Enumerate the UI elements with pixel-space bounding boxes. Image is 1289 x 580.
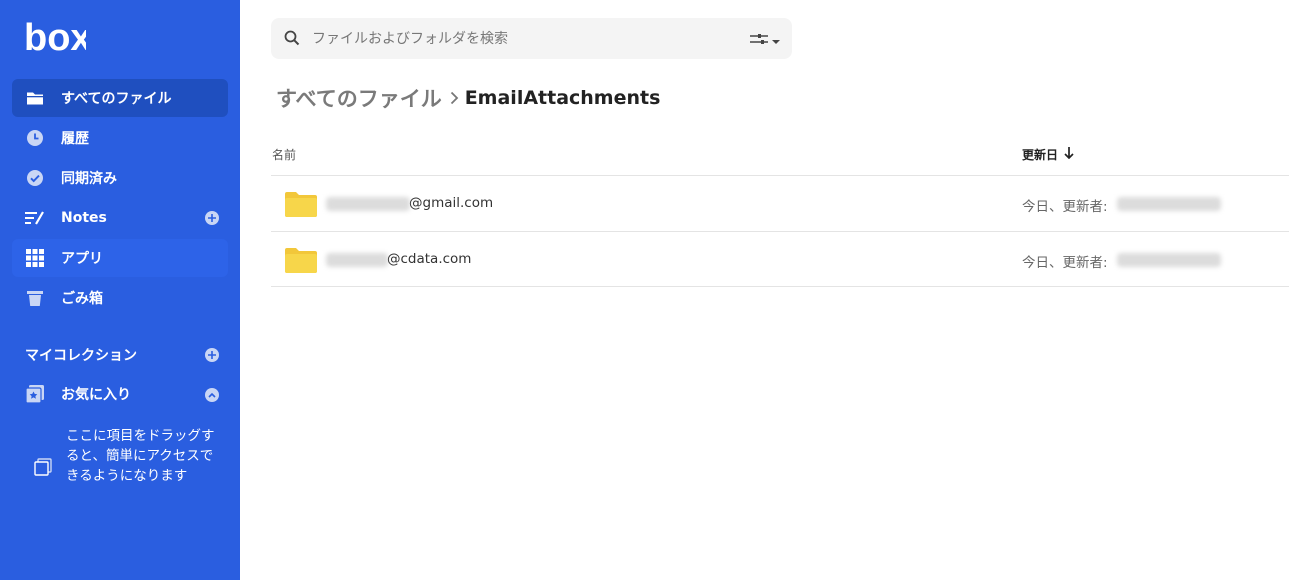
sidebar-item-favorites[interactable]: お気に入り (12, 375, 228, 413)
box-logo[interactable]: box (24, 17, 92, 59)
sidebar-item-label: Notes (61, 210, 107, 226)
folder-name[interactable]: @gmail.com (409, 195, 493, 211)
sidebar-item-label: 履歴 (61, 131, 89, 147)
column-header-modified[interactable]: 更新日 (1022, 146, 1074, 163)
sidebar-item-notes[interactable]: Notes (12, 199, 228, 237)
search-icon (284, 30, 300, 50)
breadcrumb-all-files[interactable]: すべてのファイル (276, 83, 442, 113)
collections-title: マイコレクション (25, 348, 137, 364)
redacted-text (1117, 253, 1221, 267)
row-divider (271, 286, 1289, 287)
collapse-favorites-button[interactable] (205, 388, 219, 402)
sidebar-item-label: アプリ (61, 251, 103, 267)
sidebar-item-synced[interactable]: 同期済み (12, 159, 228, 197)
sidebar-item-history[interactable]: 履歴 (12, 119, 228, 157)
add-note-button[interactable] (205, 211, 219, 225)
redacted-text (326, 197, 410, 211)
sidebar-item-label: ごみ箱 (61, 291, 103, 307)
sort-descending-icon (1064, 147, 1074, 162)
sidebar-item-trash[interactable]: ごみ箱 (12, 279, 228, 317)
grid-icon (25, 248, 45, 268)
favorites-hint-text: ここに項目をドラッグすると、簡単にアクセスできるようになります (66, 428, 215, 484)
breadcrumb-current-folder: EmailAttachments (464, 87, 661, 109)
sidebar-item-all-files[interactable]: すべてのファイル (12, 79, 228, 117)
filter-icon (750, 30, 768, 49)
collection-placeholder-icon (34, 458, 52, 480)
clock-icon (25, 128, 45, 148)
sidebar: box すべてのファイル 履歴 同期済み Notes アプリ ごみ箱 マイコレク… (0, 0, 240, 580)
search-filter-button[interactable] (750, 30, 780, 49)
column-header-name[interactable]: 名前 (272, 146, 296, 163)
add-collection-button[interactable] (205, 348, 219, 362)
column-header-label: 更新日 (1022, 148, 1059, 162)
table-row[interactable]: @gmail.com 今日、更新者: (271, 176, 1289, 231)
trash-icon (25, 288, 45, 308)
sidebar-item-label: お気に入り (61, 387, 131, 403)
sidebar-item-label: すべてのファイル (61, 91, 172, 107)
folder-icon (25, 88, 45, 108)
modified-info: 今日、更新者: (1022, 199, 1108, 215)
folder-name[interactable]: @cdata.com (387, 251, 471, 267)
search-input[interactable] (312, 18, 732, 59)
modified-info: 今日、更新者: (1022, 255, 1108, 271)
redacted-text (326, 253, 388, 267)
sidebar-item-apps[interactable]: アプリ (12, 239, 228, 277)
check-circle-icon (25, 168, 45, 188)
folder-icon (285, 191, 317, 221)
table-row[interactable]: @cdata.com 今日、更新者: (271, 232, 1289, 287)
app-window: box すべてのファイル 履歴 同期済み Notes アプリ ごみ箱 マイコレク… (0, 0, 1289, 580)
chevron-down-icon (772, 30, 780, 49)
breadcrumb: すべてのファイル EmailAttachments (276, 84, 660, 112)
chevron-right-icon (450, 91, 459, 105)
redacted-text (1117, 197, 1221, 211)
search-bar (271, 18, 792, 59)
favorites-icon (25, 384, 45, 404)
folder-icon (285, 247, 317, 277)
notes-icon (25, 208, 45, 228)
svg-text:box: box (24, 20, 86, 54)
sidebar-item-label: 同期済み (61, 171, 117, 187)
